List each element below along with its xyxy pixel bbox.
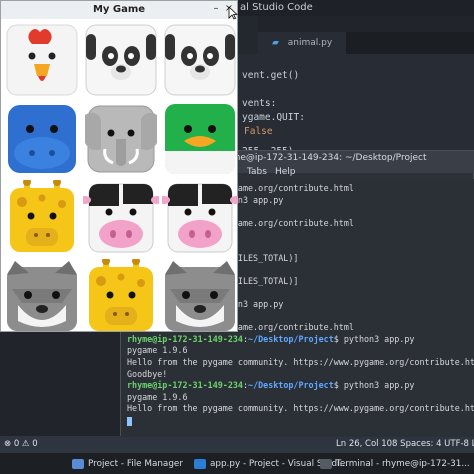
tile-giraffe[interactable] xyxy=(83,259,159,335)
tile-giraffe[interactable] xyxy=(4,180,80,256)
game-window[interactable]: My Game – × xyxy=(0,0,238,332)
tile-cow[interactable] xyxy=(83,180,159,256)
menu-tabs[interactable]: Tabs xyxy=(247,165,267,179)
cow-icon xyxy=(162,183,238,253)
tab-label: animal.py xyxy=(287,38,333,48)
taskbar: Project - File Manager app.py - Project … xyxy=(0,452,474,474)
code-line: False xyxy=(244,126,273,137)
giraffe-icon xyxy=(89,259,153,331)
terminal-text: $ python3 app.py xyxy=(333,380,415,391)
desktop: al Studio Code ▰ animal.py vent.get() ve… xyxy=(0,0,474,474)
mouse-pointer-icon xyxy=(228,6,238,20)
vscode-tab-bar: ▰ animal.py xyxy=(258,32,474,54)
game-titlebar[interactable]: My Game – × xyxy=(1,1,237,19)
terminal-line: Hello from the pygame community. https:/… xyxy=(127,403,474,413)
terminal-text: ~/Desktop/Project xyxy=(248,380,334,391)
elephant-icon xyxy=(85,105,157,173)
code-line: vent.get() xyxy=(242,70,300,81)
cow-icon xyxy=(83,183,159,253)
terminal-text: Goodbye! xyxy=(127,368,168,379)
taskbar-item-file-manager[interactable]: Project - File Manager xyxy=(72,456,183,472)
wolf-icon xyxy=(165,261,235,331)
tile-duck[interactable] xyxy=(162,101,238,177)
chicken-icon xyxy=(6,24,78,96)
tile-wolf[interactable] xyxy=(4,259,80,335)
tile-wolf[interactable] xyxy=(162,259,238,335)
window-title: My Game xyxy=(92,4,146,15)
folder-icon xyxy=(72,458,84,469)
terminal-text: rhyme@ip-172-31-149-234 xyxy=(127,333,243,344)
taskbar-item-terminal[interactable]: Terminal - rhyme@ip-172-31... xyxy=(320,456,470,472)
terminal-line: pygame 1.9.6 xyxy=(127,392,188,402)
tile-elephant[interactable] xyxy=(83,101,159,177)
taskbar-item-label: Terminal - rhyme@ip-172-31... xyxy=(336,459,470,469)
terminal-line: Hello from the pygame community. https:/… xyxy=(127,357,474,367)
status-bar: ⊗ 0 ⚠ 0 Ln 26, Col 108 Spaces: 4 UTF-8 L… xyxy=(0,436,474,452)
terminal-icon xyxy=(320,458,332,469)
terminal-text: $ python3 app.py xyxy=(333,333,415,344)
menu-help[interactable]: Help xyxy=(275,165,296,179)
tab-animal-py[interactable]: ▰ animal.py xyxy=(258,32,347,54)
terminal-text: ~/Desktop/Project xyxy=(248,333,334,344)
terminal-cursor xyxy=(127,416,132,426)
wolf-icon xyxy=(7,261,77,331)
taskbar-item-label: Project - File Manager xyxy=(88,459,183,469)
tile-grid xyxy=(1,19,238,331)
terminal-text: Hello from the pygame community. https:/… xyxy=(127,403,474,414)
giraffe-icon xyxy=(10,180,74,252)
terminal-text: rhyme@ip-172-31-149-234 xyxy=(127,380,243,391)
terminal-line: pygame 1.9.6 xyxy=(127,345,188,355)
terminal-line: rhyme@ip-172-31-149-234:~/Desktop/Projec… xyxy=(127,380,414,390)
minimize-button[interactable]: – xyxy=(209,2,223,16)
tile-cow[interactable] xyxy=(162,180,238,256)
terminal-line: Goodbye! xyxy=(127,369,167,379)
panda-icon xyxy=(164,24,236,96)
terminal-line: rhyme@ip-172-31-149-234:~/Desktop/Projec… xyxy=(127,334,414,344)
terminal-text: pygame 1.9.6 xyxy=(127,391,188,402)
code-line: ygame.QUIT: xyxy=(242,112,305,123)
terminal-text: Hello from the pygame community. https:/… xyxy=(127,357,474,367)
cursor-position[interactable]: Ln 26, Col 108 Spaces: 4 UTF-8 LF xyxy=(336,436,474,452)
problems-indicator[interactable]: ⊗ 0 ⚠ 0 xyxy=(4,436,38,452)
terminal-text: pygame 1.9.6 xyxy=(127,345,188,356)
duck-icon xyxy=(165,104,235,174)
panda-icon xyxy=(85,24,157,96)
tile-chicken[interactable] xyxy=(4,22,80,98)
tile-panda[interactable] xyxy=(83,22,159,98)
hippo-icon xyxy=(8,105,76,173)
vscode-icon xyxy=(194,458,206,469)
tile-panda[interactable] xyxy=(162,22,238,98)
python-file-icon: ▰ xyxy=(272,38,279,48)
code-line: vents: xyxy=(242,98,277,109)
tile-hippo[interactable] xyxy=(4,101,80,177)
